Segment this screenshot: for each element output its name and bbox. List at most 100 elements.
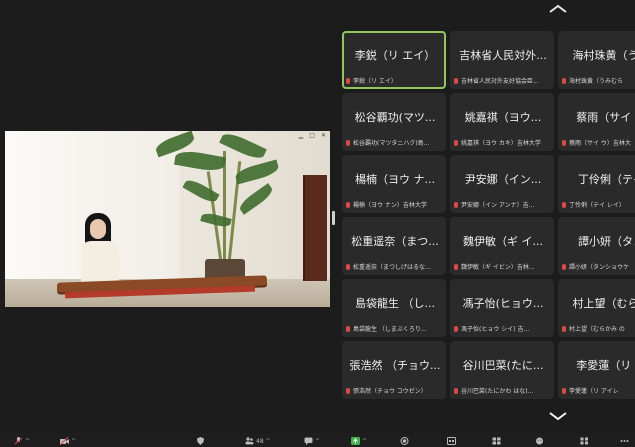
participant-caption: 蔡雨（サイ ウ）吉林大: [562, 138, 635, 147]
participant-name: 松重遥奈（まつ...: [351, 235, 439, 248]
video-button[interactable]: ^: [60, 435, 76, 447]
chat-icon: [304, 437, 313, 445]
participant-caption: 松重遥奈（まつしげはるな...: [346, 262, 444, 271]
active-speaker-video[interactable]: ▁ □ ✕: [5, 131, 330, 307]
apps-button[interactable]: [580, 435, 589, 447]
participant-caption-text: 張浩然（チョウ コウゼン）: [353, 388, 427, 395]
participant-name: 楊楠（ヨウ ナ...: [355, 173, 435, 186]
muted-mic-icon: [346, 201, 350, 208]
participant-tile[interactable]: 魏伊敏（ギ イ... 魏伊敏（ギ イビン）吉林...: [450, 217, 554, 275]
panel-resize-handle[interactable]: [332, 211, 335, 225]
muted-mic-icon: [454, 325, 458, 332]
mute-button[interactable]: ^: [14, 435, 30, 447]
share-screen-button[interactable]: ^: [351, 435, 367, 447]
more-button[interactable]: [620, 435, 629, 447]
caret-up-icon[interactable]: ^: [71, 438, 76, 445]
participant-caption: 島袋龍生 （しまぶくろり...: [346, 324, 444, 333]
participant-caption-text: 李愛蓮（リ アイレ: [569, 388, 619, 395]
breakout-rooms-button[interactable]: [492, 435, 501, 447]
participant-name: 張浩然 （チョウ...: [349, 359, 441, 372]
participant-caption: 吉林省人民対外友好協会臣...: [454, 76, 552, 85]
participant-caption: 村上望（むらかみ の: [562, 324, 635, 333]
participant-tile[interactable]: 楊楠（ヨウ ナ... 楊楠（ヨウ ナン）吉林大学: [342, 155, 446, 213]
caret-up-icon[interactable]: ^: [25, 438, 30, 445]
muted-mic-icon: [346, 77, 350, 84]
muted-mic-icon: [346, 263, 350, 270]
participant-name: 谷川巴菜(たに...: [462, 359, 544, 372]
security-button[interactable]: [196, 435, 205, 447]
participant-name: 馮子怡(ヒョウ...: [462, 297, 544, 310]
meeting-window: ▁ □ ✕ 李鋭（リ エイ） 李鋭（リ エイ） 吉林省人民対外... 吉林省人民対外友…: [0, 0, 635, 447]
share-screen-icon: [351, 437, 360, 445]
participant-name: 島袋龍生 （し...: [355, 297, 435, 310]
participant-name: 吉林省人民対外...: [459, 49, 547, 62]
muted-mic-icon: [562, 139, 566, 146]
participant-name: 村上望（むらか: [572, 297, 635, 310]
participant-caption-text: 尹安娜（イン アンナ）吉...: [461, 202, 535, 209]
minimize-icon[interactable]: ▁: [299, 132, 304, 139]
meeting-toolbar: ^ ^ 48 ^ ^ ^: [0, 433, 635, 447]
caret-up-icon[interactable]: ^: [362, 438, 367, 445]
participant-tile[interactable]: 蔡雨（サイ ウ蔡雨（サイ ウ）吉林大: [558, 93, 635, 151]
participant-caption: 魏伊敏（ギ イビン）吉林...: [454, 262, 552, 271]
participant-tile[interactable]: 海村珠黄（うみ海村珠黄（うみむら: [558, 31, 635, 89]
muted-mic-icon: [454, 387, 458, 394]
participant-caption-text: 海村珠黄（うみむら: [569, 78, 624, 85]
participants-count: 48: [256, 437, 264, 445]
participant-caption-text: 丁伶俐（テイ レイ）: [569, 202, 625, 209]
video-window-controls[interactable]: ▁ □ ✕: [299, 132, 326, 139]
participant-tile[interactable]: 谷川巴菜(たに... 谷川巴菜(たにかわ はな)...: [450, 341, 554, 399]
microphone-icon: [14, 437, 23, 445]
participants-icon: [245, 437, 254, 445]
participant-tile[interactable]: 吉林省人民対外... 吉林省人民対外友好協会臣...: [450, 31, 554, 89]
shield-icon: [197, 437, 204, 445]
participant-tile[interactable]: 村上望（むらか村上望（むらかみ の: [558, 279, 635, 337]
participant-name: 譚小妍（タン: [578, 235, 635, 248]
participant-caption-text: 吉林省人民対外友好協会臣...: [461, 78, 539, 85]
participant-caption: 張浩然（チョウ コウゼン）: [346, 386, 444, 395]
closed-caption-button[interactable]: [447, 435, 456, 447]
participant-caption-text: 村上望（むらかみ の: [569, 326, 625, 333]
participant-tile[interactable]: 譚小妍（タン譚小妍（タンショウケ: [558, 217, 635, 275]
participant-tile[interactable]: 松谷覇功(マツ... 松谷覇功(マツタニハク)島...: [342, 93, 446, 151]
chevron-up-icon[interactable]: [548, 4, 568, 16]
chevron-down-icon[interactable]: [548, 411, 568, 423]
participant-caption: 谷川巴菜(たにかわ はな)...: [454, 386, 552, 395]
caret-up-icon[interactable]: ^: [266, 438, 271, 445]
participant-caption: 譚小妍（タンショウケ: [562, 262, 635, 271]
more-icon: [620, 440, 629, 442]
record-button[interactable]: [400, 435, 409, 447]
participant-caption-text: 李鋭（リ エイ）: [353, 78, 397, 85]
participant-caption: 馮子怡(ヒョウ シイ) 吉...: [454, 324, 552, 333]
participant-tile[interactable]: 松重遥奈（まつ... 松重遥奈（まつしげはるな...: [342, 217, 446, 275]
participant-tile[interactable]: 李鋭（リ エイ） 李鋭（リ エイ）: [342, 31, 446, 89]
participant-tile[interactable]: 馮子怡(ヒョウ... 馮子怡(ヒョウ シイ) 吉...: [450, 279, 554, 337]
maximize-icon[interactable]: □: [309, 132, 315, 139]
participant-caption: 海村珠黄（うみむら: [562, 76, 635, 85]
reactions-button[interactable]: [535, 435, 544, 447]
muted-mic-icon: [454, 139, 458, 146]
muted-mic-icon: [562, 263, 566, 270]
reactions-icon: [536, 437, 543, 445]
participant-caption-text: 魏伊敏（ギ イビン）吉林...: [461, 264, 535, 271]
muted-mic-icon: [454, 77, 458, 84]
participant-caption-text: 蔡雨（サイ ウ）吉林大: [569, 140, 631, 147]
caret-up-icon[interactable]: ^: [315, 438, 320, 445]
close-icon[interactable]: ✕: [321, 132, 326, 139]
participant-tile[interactable]: 尹安娜（イン... 尹安娜（イン アンナ）吉...: [450, 155, 554, 213]
muted-mic-icon: [562, 77, 566, 84]
participant-name: 姚嘉祺（ヨウ...: [464, 111, 542, 124]
breakout-rooms-icon: [492, 437, 501, 445]
participant-tile[interactable]: 張浩然 （チョウ... 張浩然（チョウ コウゼン）: [342, 341, 446, 399]
participant-name: 魏伊敏（ギ イ...: [463, 235, 543, 248]
apps-icon: [580, 437, 588, 445]
participants-button[interactable]: 48 ^: [245, 435, 271, 447]
participant-caption: 楊楠（ヨウ ナン）吉林大学: [346, 200, 444, 209]
participant-tile[interactable]: 李愛蓮（リ ア李愛蓮（リ アイレ: [558, 341, 635, 399]
participant-tile[interactable]: 丁伶俐（テイ丁伶俐（テイ レイ）: [558, 155, 635, 213]
participant-caption-text: 谷川巴菜(たにかわ はな)...: [461, 388, 534, 395]
chat-button[interactable]: ^: [304, 435, 320, 447]
participant-caption-text: 島袋龍生 （しまぶくろり...: [353, 326, 427, 333]
participant-tile[interactable]: 姚嘉祺（ヨウ... 姚嘉祺（ヨウ カキ）吉林大学: [450, 93, 554, 151]
participant-tile[interactable]: 島袋龍生 （し... 島袋龍生 （しまぶくろり...: [342, 279, 446, 337]
